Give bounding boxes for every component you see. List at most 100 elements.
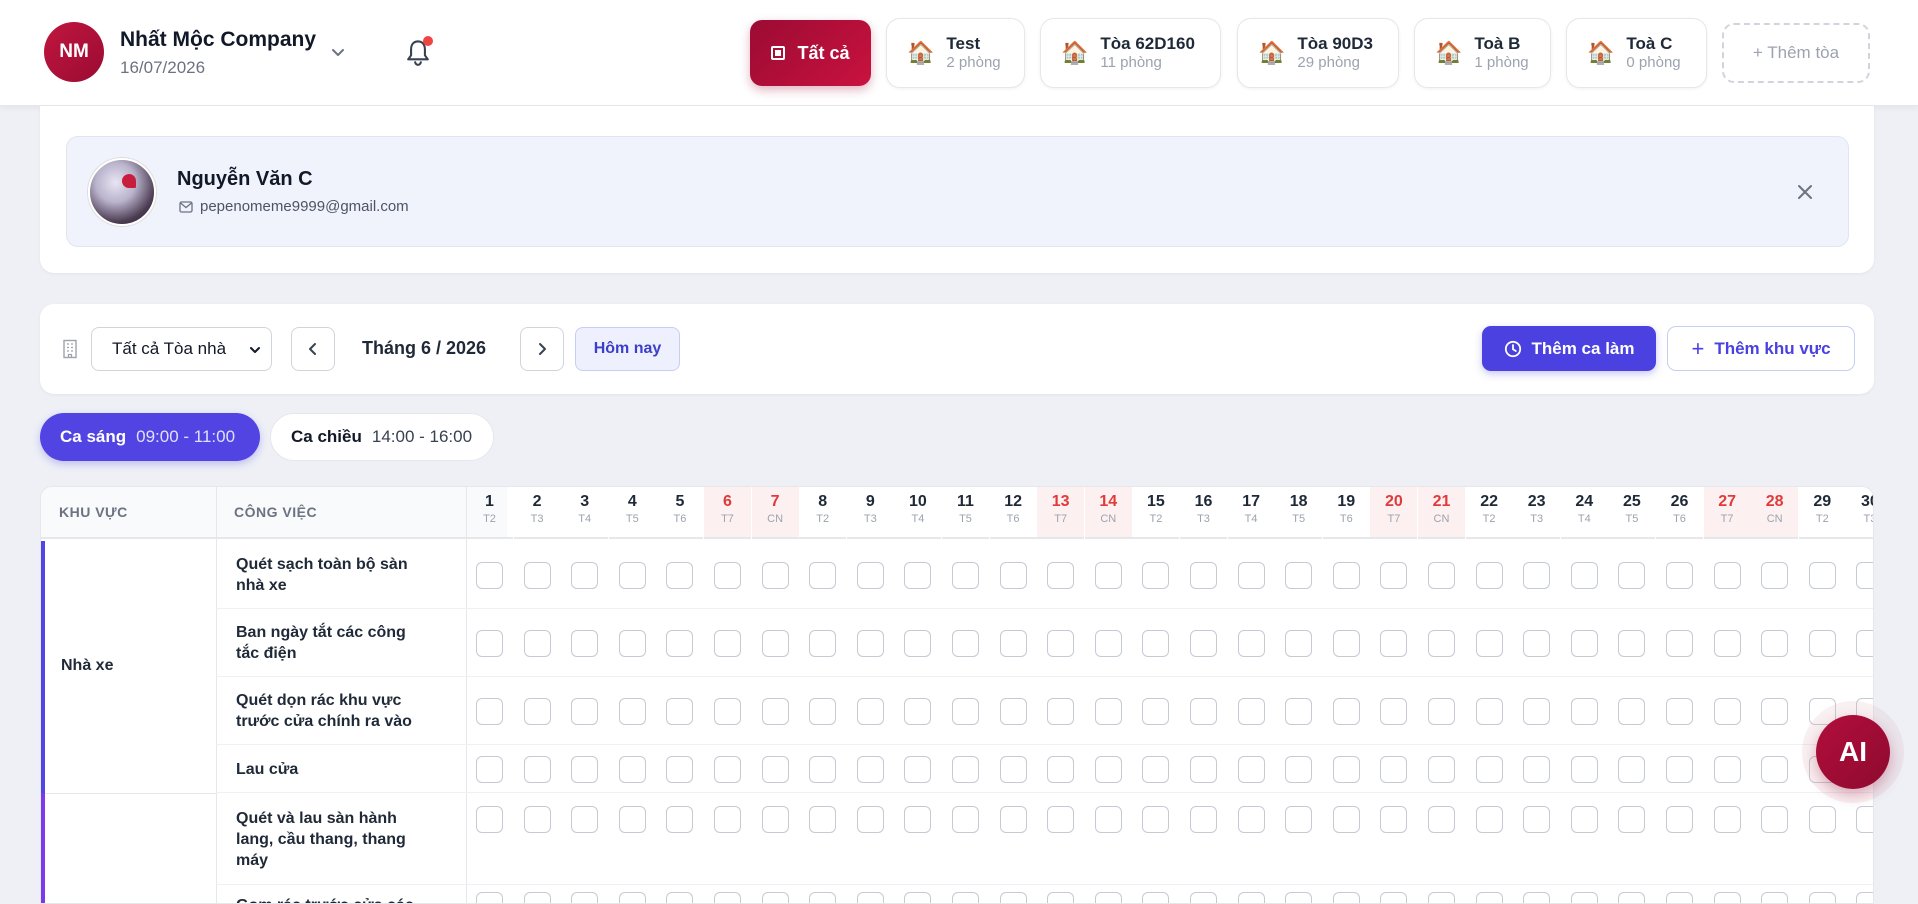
- task-checkbox[interactable]: [1713, 561, 1741, 589]
- task-checkbox[interactable]: [571, 697, 599, 725]
- add-shift-button[interactable]: Thêm ca làm: [1482, 326, 1656, 371]
- task-checkbox[interactable]: [1713, 805, 1741, 833]
- task-checkbox[interactable]: [1761, 561, 1789, 589]
- task-checkbox[interactable]: [1761, 891, 1789, 903]
- task-checkbox[interactable]: [1808, 891, 1836, 903]
- task-checkbox[interactable]: [476, 805, 503, 833]
- task-checkbox[interactable]: [1142, 629, 1170, 657]
- task-checkbox[interactable]: [1713, 891, 1741, 903]
- task-checkbox[interactable]: [1380, 805, 1408, 833]
- task-checkbox[interactable]: [1332, 755, 1360, 783]
- task-checkbox[interactable]: [1190, 755, 1217, 783]
- ai-assistant-button[interactable]: AI: [1816, 715, 1890, 789]
- task-checkbox[interactable]: [999, 629, 1027, 657]
- task-checkbox[interactable]: [571, 805, 599, 833]
- task-checkbox[interactable]: [1713, 755, 1741, 783]
- building-tab[interactable]: 🏠 Tòa 62D160 11 phòng: [1040, 18, 1221, 88]
- task-checkbox[interactable]: [1475, 629, 1503, 657]
- task-checkbox[interactable]: [809, 629, 837, 657]
- task-checkbox[interactable]: [1047, 697, 1075, 725]
- task-checkbox[interactable]: [1713, 697, 1741, 725]
- task-checkbox[interactable]: [523, 561, 551, 589]
- task-checkbox[interactable]: [523, 805, 551, 833]
- task-checkbox[interactable]: [1570, 805, 1598, 833]
- add-area-button[interactable]: + Thêm khu vực: [1667, 326, 1855, 371]
- task-checkbox[interactable]: [1094, 629, 1122, 657]
- task-checkbox[interactable]: [666, 755, 694, 783]
- shift-tab-afternoon[interactable]: Ca chiều 14:00 - 16:00: [270, 413, 494, 461]
- task-checkbox[interactable]: [856, 891, 884, 903]
- task-checkbox[interactable]: [856, 561, 884, 589]
- add-building-button[interactable]: + Thêm tòa: [1722, 23, 1870, 83]
- task-checkbox[interactable]: [1237, 561, 1265, 589]
- today-button[interactable]: Hôm nay: [575, 327, 680, 371]
- task-checkbox[interactable]: [1094, 805, 1122, 833]
- task-checkbox[interactable]: [618, 629, 646, 657]
- task-checkbox[interactable]: [571, 561, 599, 589]
- task-checkbox[interactable]: [1666, 805, 1693, 833]
- task-checkbox[interactable]: [476, 697, 503, 725]
- task-checkbox[interactable]: [1237, 629, 1265, 657]
- building-tab[interactable]: 🏠 Toà B1 phòng: [1414, 18, 1551, 88]
- task-checkbox[interactable]: [809, 755, 837, 783]
- task-checkbox[interactable]: [1190, 891, 1217, 903]
- task-checkbox[interactable]: [476, 561, 503, 589]
- task-checkbox[interactable]: [1332, 697, 1360, 725]
- task-checkbox[interactable]: [1713, 629, 1741, 657]
- task-checkbox[interactable]: [714, 805, 741, 833]
- close-icon[interactable]: [1796, 183, 1814, 201]
- chevron-down-icon[interactable]: [330, 44, 346, 60]
- task-checkbox[interactable]: [1285, 697, 1313, 725]
- task-checkbox[interactable]: [1094, 891, 1122, 903]
- shift-tab-morning[interactable]: Ca sáng 09:00 - 11:00: [40, 413, 260, 461]
- task-checkbox[interactable]: [952, 629, 979, 657]
- task-checkbox[interactable]: [1523, 805, 1551, 833]
- task-checkbox[interactable]: [761, 755, 789, 783]
- task-checkbox[interactable]: [1618, 891, 1646, 903]
- task-checkbox[interactable]: [666, 891, 694, 903]
- task-checkbox[interactable]: [1618, 755, 1646, 783]
- task-checkbox[interactable]: [1237, 697, 1265, 725]
- task-checkbox[interactable]: [1428, 805, 1455, 833]
- task-checkbox[interactable]: [904, 891, 932, 903]
- task-checkbox[interactable]: [1094, 697, 1122, 725]
- task-checkbox[interactable]: [952, 755, 979, 783]
- task-checkbox[interactable]: [1142, 891, 1170, 903]
- task-checkbox[interactable]: [1190, 561, 1217, 589]
- task-checkbox[interactable]: [1047, 805, 1075, 833]
- task-checkbox[interactable]: [1523, 755, 1551, 783]
- task-checkbox[interactable]: [1570, 629, 1598, 657]
- task-checkbox[interactable]: [1094, 755, 1122, 783]
- task-checkbox[interactable]: [1761, 629, 1789, 657]
- task-checkbox[interactable]: [1285, 891, 1313, 903]
- task-checkbox[interactable]: [523, 629, 551, 657]
- task-checkbox[interactable]: [1332, 891, 1360, 903]
- task-checkbox[interactable]: [1808, 805, 1836, 833]
- task-checkbox[interactable]: [1380, 697, 1408, 725]
- task-checkbox[interactable]: [476, 629, 503, 657]
- task-checkbox[interactable]: [761, 629, 789, 657]
- task-checkbox[interactable]: [856, 629, 884, 657]
- task-checkbox[interactable]: [904, 561, 932, 589]
- task-checkbox[interactable]: [1808, 629, 1836, 657]
- task-checkbox[interactable]: [1332, 805, 1360, 833]
- task-checkbox[interactable]: [1428, 697, 1455, 725]
- task-checkbox[interactable]: [952, 891, 979, 903]
- task-checkbox[interactable]: [618, 561, 646, 589]
- task-checkbox[interactable]: [1523, 629, 1551, 657]
- building-tab[interactable]: 🏠 Tòa 90D3 29 phòng: [1237, 18, 1399, 88]
- task-checkbox[interactable]: [856, 697, 884, 725]
- task-checkbox[interactable]: [714, 629, 741, 657]
- task-checkbox[interactable]: [1761, 755, 1789, 783]
- task-checkbox[interactable]: [618, 891, 646, 903]
- task-checkbox[interactable]: [1666, 755, 1693, 783]
- task-checkbox[interactable]: [904, 697, 932, 725]
- task-checkbox[interactable]: [523, 891, 551, 903]
- task-checkbox[interactable]: [1856, 805, 1873, 833]
- task-checkbox[interactable]: [666, 697, 694, 725]
- task-checkbox[interactable]: [1761, 805, 1789, 833]
- task-checkbox[interactable]: [1047, 629, 1075, 657]
- task-checkbox[interactable]: [999, 755, 1027, 783]
- task-checkbox[interactable]: [952, 697, 979, 725]
- task-checkbox[interactable]: [1047, 561, 1075, 589]
